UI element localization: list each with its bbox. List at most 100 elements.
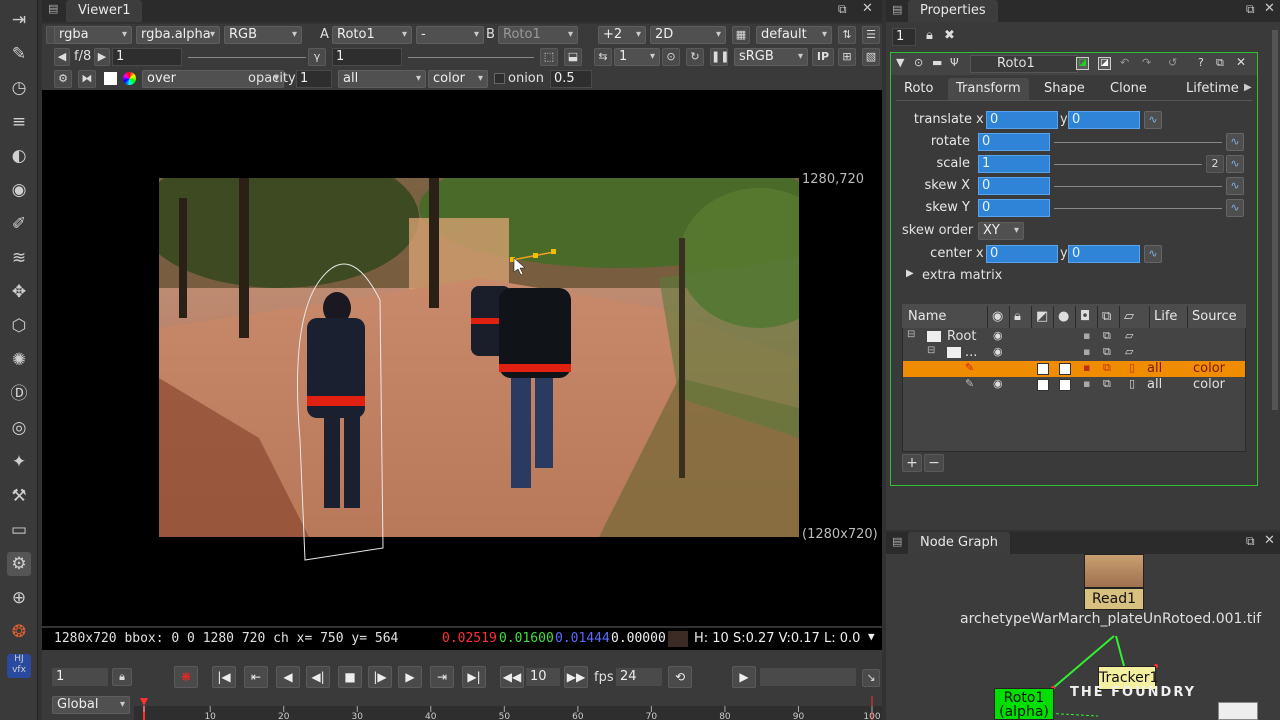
col-source[interactable]: Source	[1188, 306, 1246, 328]
collapse-icon[interactable]: ▼	[896, 56, 904, 69]
channels-dropdown[interactable]: rgba	[54, 26, 132, 44]
skew-x-curve-icon[interactable]: ∿	[1226, 177, 1244, 195]
col-visible-icon[interactable]: ◉	[988, 306, 1010, 328]
zoom-fit-icon[interactable]: ⊙	[662, 48, 680, 66]
pause-icon[interactable]: ❚❚	[710, 48, 729, 66]
center-node-icon[interactable]: ⊙	[914, 56, 923, 69]
invert-icon[interactable]: ▪	[1083, 361, 1090, 374]
next-keyframe-icon[interactable]: ⇥	[430, 666, 454, 688]
gamma-field[interactable]: 1	[332, 48, 402, 66]
gamma-button[interactable]: γ	[308, 48, 326, 66]
skew-y-curve-icon[interactable]: ∿	[1226, 199, 1244, 217]
help-icon[interactable]: ?	[1198, 56, 1204, 69]
colorspace-dropdown[interactable]: sRGB	[734, 48, 808, 66]
translate-x-field[interactable]: 0	[986, 111, 1058, 129]
invert-icon[interactable]: ▪	[1083, 329, 1090, 342]
time-icon[interactable]: ◷	[7, 76, 31, 100]
wipe-channel-dropdown[interactable]: all	[338, 70, 426, 88]
col-life[interactable]: Life	[1150, 306, 1188, 328]
a-input-dropdown[interactable]: Roto1	[332, 26, 412, 44]
stop-icon[interactable]: ■	[338, 666, 362, 688]
close-panel-icon[interactable]: ✕	[862, 1, 873, 16]
skip-forward-icon[interactable]: ▶▶	[564, 666, 588, 688]
skew-x-slider[interactable]	[1054, 186, 1222, 187]
fps-field[interactable]: 24	[616, 668, 662, 686]
center-y-field[interactable]: 0	[1068, 245, 1140, 263]
tree-toggle-icon[interactable]: ⊟	[907, 329, 915, 340]
flipbook-field[interactable]	[760, 668, 856, 686]
motion-blur-icon[interactable]: ▱	[1125, 329, 1133, 342]
next-frame-icon[interactable]: ▶	[398, 666, 422, 688]
tab-transform[interactable]: Transform	[948, 78, 1029, 100]
gl-color-icon[interactable]: ◪	[1098, 57, 1111, 70]
3d-icon[interactable]: ✺	[7, 348, 31, 372]
properties-float-icon[interactable]: ⧉	[1246, 2, 1255, 17]
tabs-scroll-icon[interactable]: ▶	[1244, 82, 1252, 93]
timeline-scope-dropdown[interactable]: Global	[52, 696, 130, 714]
lut-icon[interactable]: ▦	[732, 26, 750, 44]
tab-shape[interactable]: Shape	[1036, 78, 1093, 100]
center-x-field[interactable]: 0	[986, 245, 1058, 263]
play-forward-icon[interactable]: |▶	[368, 666, 392, 688]
lut-dropdown[interactable]: default	[756, 26, 832, 44]
skew-x-field[interactable]: 0	[978, 177, 1050, 195]
translate-curve-icon[interactable]: ∿	[1144, 111, 1162, 129]
merge-icon[interactable]: ≋	[7, 246, 31, 270]
motion-blur-icon[interactable]: ▯	[1129, 361, 1135, 374]
scale-slider[interactable]	[1054, 164, 1202, 165]
gain-slider[interactable]	[188, 57, 306, 58]
invert-icon[interactable]: ▪	[1083, 345, 1090, 358]
fstop-increase-icon[interactable]: ▶	[94, 48, 110, 66]
scale-split-button[interactable]: 2	[1206, 155, 1224, 173]
panel-menu-icon[interactable]: ▤	[48, 2, 58, 15]
prev-frame-icon[interactable]: ◀	[276, 666, 300, 688]
wipe-color-dropdown[interactable]: color	[428, 70, 488, 88]
node-name-icon[interactable]: ▬	[932, 56, 942, 69]
skew-y-slider[interactable]	[1054, 208, 1222, 209]
white-swatch-icon[interactable]	[104, 72, 117, 85]
visible-icon[interactable]: ◉	[993, 329, 1003, 342]
stripes-icon[interactable]: ▧	[862, 48, 880, 66]
float-panel-icon[interactable]: ⧉	[838, 2, 847, 17]
skip-back-icon[interactable]: ◀◀	[500, 666, 524, 688]
toolsets-icon[interactable]: ▭	[7, 518, 31, 542]
particles-icon[interactable]: Ⓓ	[7, 382, 31, 406]
frame-range-icon[interactable]: ⇆	[594, 48, 612, 66]
prev-keyframe-icon[interactable]: ⇤	[244, 666, 268, 688]
roto-shape-overlay[interactable]	[280, 240, 580, 570]
deep-icon[interactable]: ◎	[7, 416, 31, 440]
tree-toggle-icon[interactable]: ⊟	[927, 345, 935, 356]
read1-node[interactable]: Read1	[1084, 588, 1144, 610]
opacity-field[interactable]: 1	[296, 70, 332, 88]
scale-curve-icon[interactable]: ∿	[1226, 155, 1244, 173]
other-icon[interactable]: ⚙	[7, 552, 31, 576]
node-graph-menu-icon[interactable]: ▤	[892, 535, 902, 548]
scale-field[interactable]: 1	[978, 155, 1050, 173]
blend-icon[interactable]: ⧉	[1103, 361, 1111, 375]
rotate-curve-icon[interactable]: ∿	[1226, 133, 1244, 151]
color-wheel-icon[interactable]	[123, 72, 136, 85]
blend-icon[interactable]: ⧉	[1103, 329, 1111, 343]
skew-y-field[interactable]: 0	[978, 199, 1050, 217]
redo-icon[interactable]: ↷	[1142, 56, 1151, 69]
layer-row-selected[interactable]: ✎ ▪ ⧉ ▯ all color	[903, 361, 1245, 377]
play-backward-icon[interactable]: ◀|	[306, 666, 330, 688]
view-mode-dropdown[interactable]: 2D	[650, 26, 726, 44]
filter-icon[interactable]: ◉	[7, 178, 31, 202]
tab-clone[interactable]: Clone	[1102, 78, 1155, 100]
visible-icon[interactable]: ◉	[993, 377, 1003, 390]
node-float-icon[interactable]: ⧉	[1216, 56, 1224, 70]
ab-operation-dropdown[interactable]: -	[416, 26, 484, 44]
rotate-slider[interactable]	[1054, 142, 1222, 143]
clip-warning-icon[interactable]: ⬓	[564, 48, 582, 66]
channel-icon[interactable]: ≡	[7, 110, 31, 134]
color-icon[interactable]: ◐	[7, 144, 31, 168]
max-panels-field[interactable]: 1	[892, 28, 916, 46]
viewer-input-icon[interactable]: Ψ	[950, 56, 959, 69]
proxy-dropdown[interactable]: +2	[598, 26, 646, 44]
lock-icon[interactable]: 🔒︎	[112, 668, 132, 686]
properties-scrollbar[interactable]	[1272, 30, 1278, 410]
col-overlay-icon[interactable]: ●	[1054, 306, 1076, 328]
record-icon[interactable]: ❋	[174, 666, 198, 688]
roto1-node[interactable]: Roto1 (alpha)	[994, 688, 1054, 720]
